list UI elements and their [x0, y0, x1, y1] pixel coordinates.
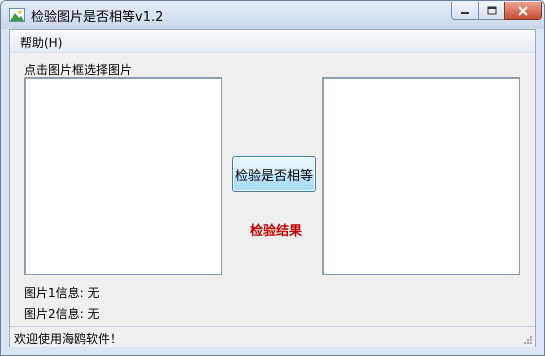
status-text: 欢迎使用海鸥软件！	[14, 332, 123, 346]
status-bar: 欢迎使用海鸥软件！	[10, 326, 535, 347]
close-button[interactable]	[504, 2, 542, 20]
image-box-2[interactable]	[322, 77, 520, 275]
client-area: 帮助(H) 点击图片框选择图片 检验是否相等 检验结果 图片1信息: 无 图片2…	[9, 29, 536, 347]
image-box-1[interactable]	[24, 77, 222, 275]
window-title: 检验图片是否相等v1.2	[31, 10, 164, 25]
image1-info: 图片1信息: 无	[24, 286, 100, 300]
maximize-button[interactable]	[478, 2, 505, 20]
check-equal-button[interactable]: 检验是否相等	[232, 156, 316, 192]
menu-help[interactable]: 帮助(H)	[20, 34, 62, 51]
maximize-icon	[487, 6, 496, 15]
close-icon	[518, 5, 528, 16]
image2-info: 图片2信息: 无	[24, 307, 100, 321]
resize-grip-icon[interactable]	[523, 335, 533, 345]
result-label: 检验结果	[250, 224, 303, 239]
menu-bar: 帮助(H)	[10, 30, 535, 53]
instruction-label: 点击图片框选择图片	[24, 63, 133, 77]
app-window: 检验图片是否相等v1.2 帮助(H) 点击图片框选择图片 检验是否相等 检验结果	[0, 0, 545, 356]
minimize-icon	[461, 11, 469, 14]
landscape-picture-icon	[9, 8, 25, 22]
minimize-button[interactable]	[451, 2, 479, 20]
title-bar[interactable]: 检验图片是否相等v1.2	[1, 1, 544, 29]
